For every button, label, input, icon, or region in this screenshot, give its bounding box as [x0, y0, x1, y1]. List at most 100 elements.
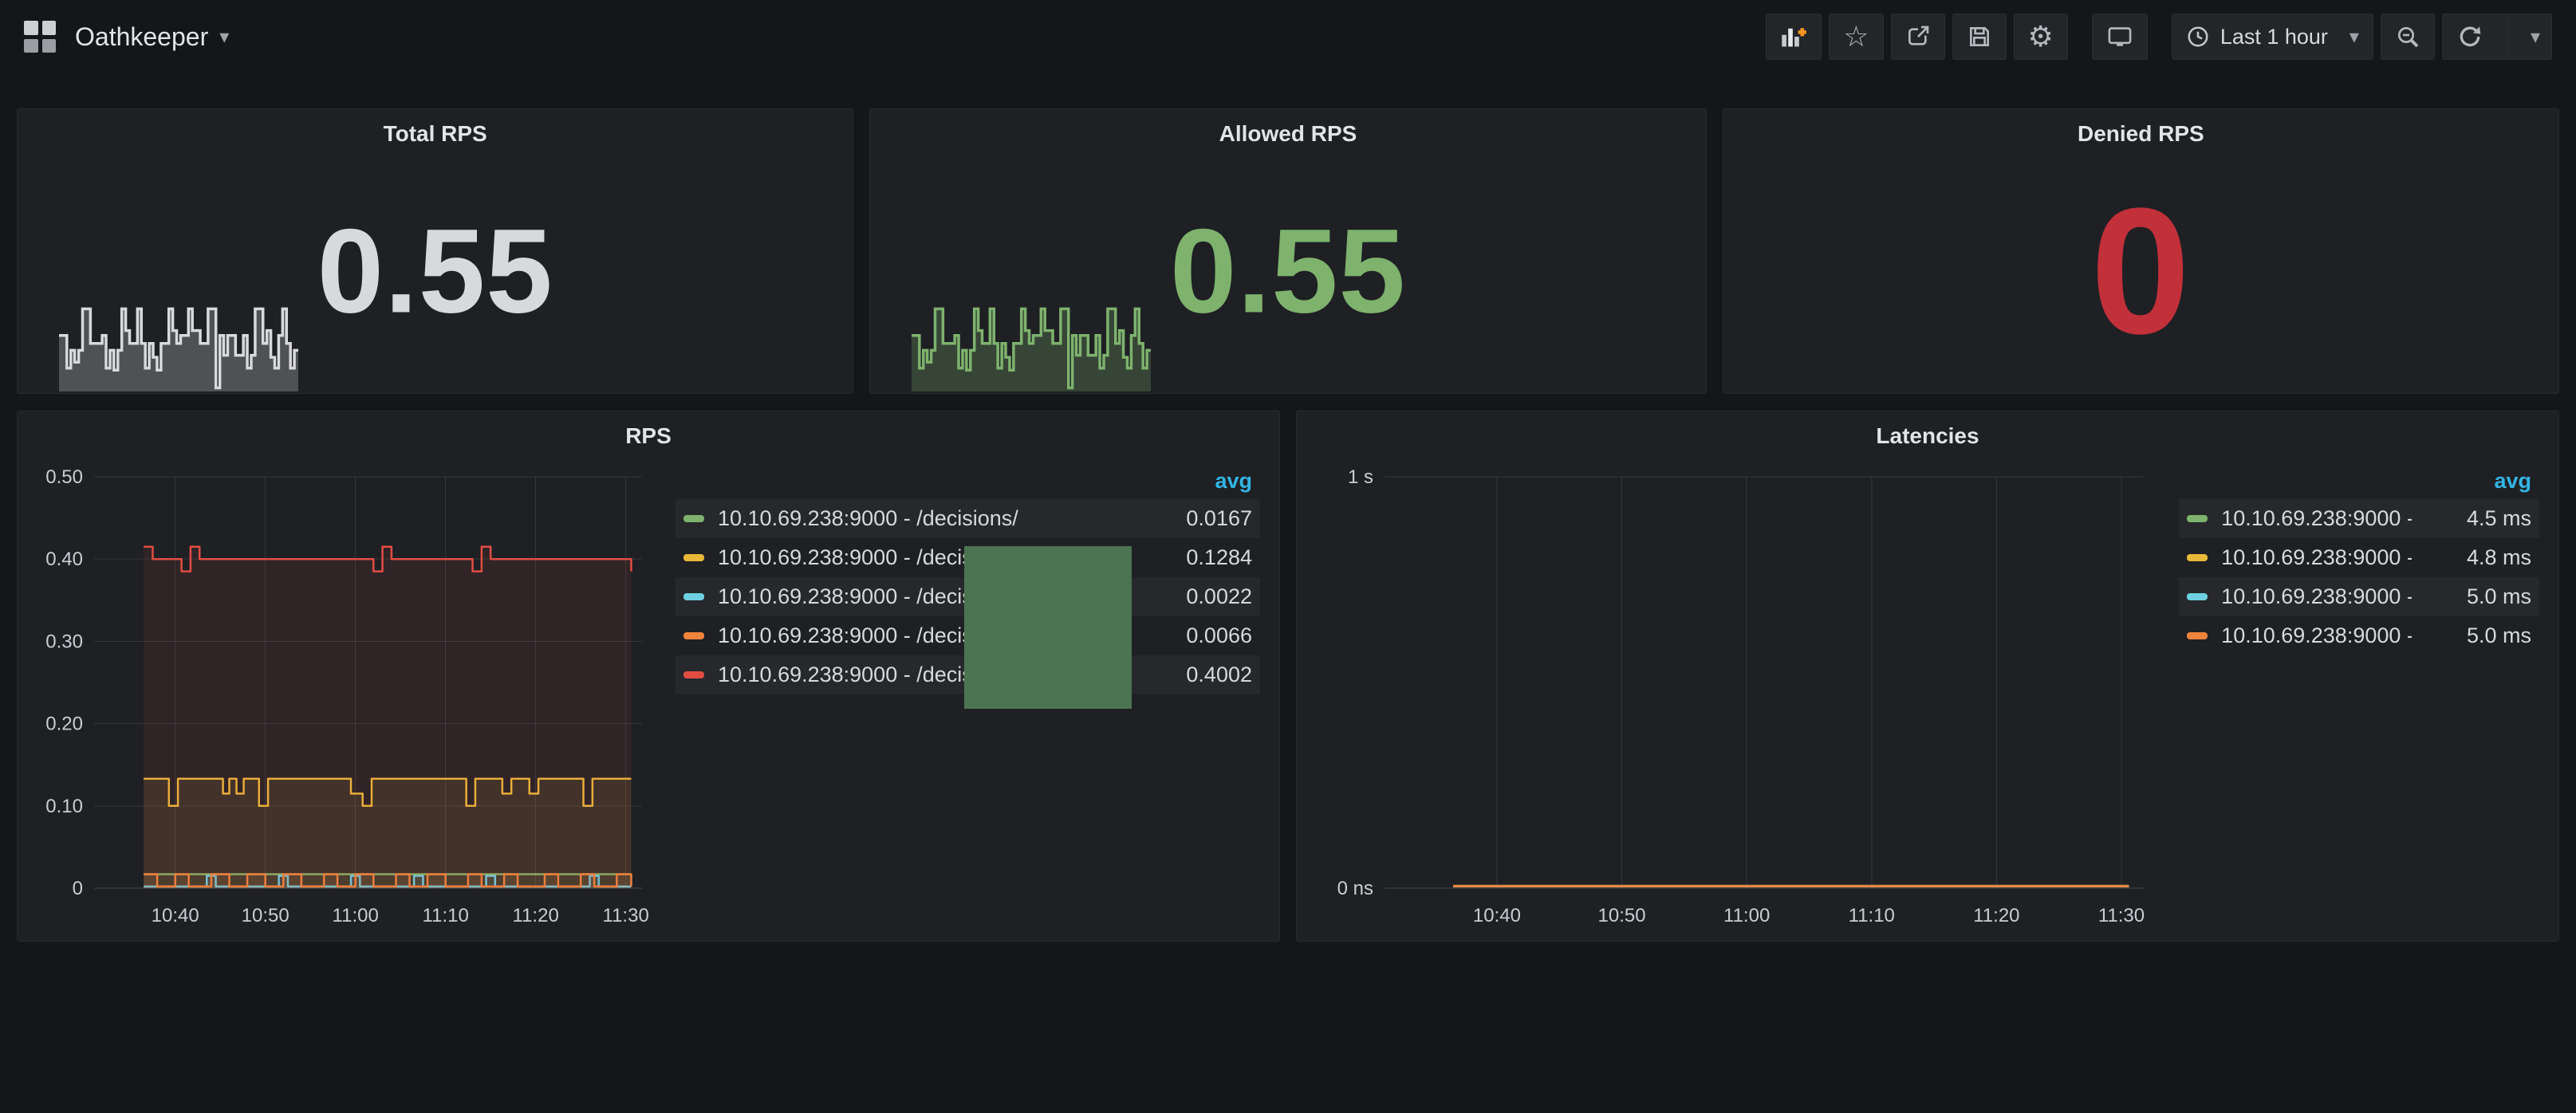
- svg-text:0.50: 0.50: [45, 466, 83, 488]
- series-name: 10.10.69.238:9000 - p100: [2221, 623, 2412, 648]
- legend-row[interactable]: 10.10.69.238:9000 - /decisions/0.0167: [676, 499, 1260, 538]
- svg-text:0.20: 0.20: [45, 714, 83, 735]
- time-controls-group: Last 1 hour ▾: [2172, 14, 2552, 60]
- rps-legend: avg 10.10.69.238:9000 - /decisions/0.0167…: [648, 456, 1271, 934]
- series-avg-value: 0.1284: [1132, 545, 1252, 570]
- series-color-swatch-icon: [683, 554, 704, 561]
- svg-text:11:20: 11:20: [513, 905, 559, 926]
- zoom-out-button[interactable]: [2381, 14, 2435, 60]
- settings-button[interactable]: ⚙: [2014, 14, 2068, 60]
- series-color-swatch-icon: [683, 671, 704, 678]
- svg-text:11:10: 11:10: [1849, 905, 1895, 926]
- legend-header: avg: [676, 462, 1260, 499]
- series-avg-value: 4.8 ms: [2412, 545, 2531, 570]
- monitor-icon: [2106, 24, 2133, 49]
- stat-value-total-rps: 0.55: [18, 202, 853, 340]
- svg-text:10:40: 10:40: [1473, 905, 1521, 926]
- series-color-swatch-icon: [2187, 554, 2208, 561]
- bar-chart-plus-icon: [1780, 25, 1807, 49]
- svg-text:10:50: 10:50: [242, 905, 290, 926]
- legend-rows: 10.10.69.238:9000 - p904.5 ms10.10.69.23…: [2179, 499, 2539, 655]
- series-avg-value: 5.0 ms: [2412, 623, 2531, 648]
- view-mode-group: [2092, 14, 2148, 60]
- series-avg-value: 0.4002: [1132, 663, 1252, 687]
- legend-row[interactable]: 10.10.69.238:9000 - p995.0 ms: [2179, 577, 2539, 616]
- magnifier-minus-icon: [2395, 24, 2420, 49]
- svg-text:11:10: 11:10: [423, 905, 469, 926]
- navbar: Oathkeeper ▾ ☆: [0, 0, 2576, 73]
- grafana-dashboards-icon[interactable]: [24, 21, 56, 53]
- refresh-button[interactable]: [2443, 14, 2497, 59]
- series-name: 10.10.69.238:9000 - p95: [2221, 545, 2412, 570]
- panel-title[interactable]: Denied RPS: [1723, 109, 2558, 154]
- refresh-split-button: ▾: [2442, 14, 2552, 60]
- series-avg-value: 0.0066: [1132, 623, 1252, 648]
- dashboard-actions-group: ☆: [1766, 14, 2068, 60]
- legend-avg-column-header[interactable]: avg: [1215, 469, 1252, 494]
- panel-title[interactable]: RPS: [18, 411, 1279, 456]
- svg-text:10:50: 10:50: [1598, 905, 1646, 926]
- svg-text:11:30: 11:30: [2098, 905, 2145, 926]
- rps-chart-canvas[interactable]: 10:4010:5011:0011:1011:2011:300.500.400.…: [26, 456, 648, 934]
- svg-text:0.30: 0.30: [45, 631, 83, 652]
- series-color-swatch-icon: [683, 593, 704, 600]
- dashboard-title[interactable]: Oathkeeper: [75, 22, 208, 52]
- legend-row[interactable]: 10.10.69.238:9000 - p904.5 ms: [2179, 499, 2539, 538]
- series-avg-value: 0.0167: [1132, 506, 1252, 531]
- svg-text:10:40: 10:40: [152, 905, 199, 926]
- star-icon: ☆: [1843, 22, 1869, 51]
- add-panel-button[interactable]: [1766, 14, 1822, 60]
- series-avg-value: 5.0 ms: [2412, 584, 2531, 609]
- series-name: 10.10.69.238:9000 - p99: [2221, 584, 2412, 609]
- panel-title[interactable]: Latencies: [1297, 411, 2558, 456]
- share-arrow-icon: [1905, 24, 1931, 49]
- legend-row[interactable]: 10.10.69.238:9000 - p1005.0 ms: [2179, 616, 2539, 655]
- floppy-disk-icon: [1967, 24, 1992, 49]
- save-button[interactable]: [1952, 14, 2007, 60]
- cycle-view-button[interactable]: [2092, 14, 2148, 60]
- time-range-caret-icon: ▾: [2350, 26, 2359, 49]
- navbar-toolbar: ☆: [1766, 14, 2552, 60]
- svg-text:0: 0: [73, 878, 83, 899]
- series-name: 10.10.69.238:9000 - /decisions/: [718, 506, 1132, 531]
- series-color-swatch-icon: [2187, 632, 2208, 639]
- series-name: 10.10.69.238:9000 - p90: [2221, 506, 2412, 531]
- panel-rps: RPS 10:40 10:50 11:00 11:10 11:20 11:30 0.50 0.…: [17, 411, 1280, 942]
- legend-row[interactable]: 10.10.69.238:9000 - p954.8 ms: [2179, 538, 2539, 577]
- series-color-swatch-icon: [2187, 593, 2208, 600]
- share-button[interactable]: [1891, 14, 1945, 60]
- legend-avg-column-header[interactable]: avg: [2494, 469, 2531, 494]
- refresh-interval-dropdown[interactable]: ▾: [2507, 14, 2551, 59]
- panel-latencies: Latencies 10:40 10:50 11:00 11:10 11:20 11:30…: [1296, 411, 2559, 942]
- svg-text:0 ns: 0 ns: [1337, 878, 1373, 899]
- navbar-left: Oathkeeper ▾: [24, 21, 229, 53]
- latencies-graph-body: 10:40 10:50 11:00 11:10 11:20 11:30 1 s 0 ns av…: [1305, 456, 2550, 934]
- series-avg-value: 0.0022: [1132, 584, 1252, 609]
- green-overlay-artifact: [964, 546, 1132, 709]
- time-range-label: Last 1 hour: [2220, 25, 2328, 49]
- dashboard-dropdown-caret-icon[interactable]: ▾: [219, 26, 229, 49]
- star-button[interactable]: ☆: [1829, 14, 1883, 60]
- dashboard-grid: Total RPS 0.55 Allowed RPS 0.55 Denied R…: [0, 73, 2576, 942]
- time-range-button[interactable]: Last 1 hour ▾: [2172, 14, 2373, 60]
- panel-title[interactable]: Allowed RPS: [870, 109, 1705, 154]
- svg-text:11:20: 11:20: [1973, 905, 2019, 926]
- svg-text:1 s: 1 s: [1348, 466, 1373, 488]
- svg-text:11:00: 11:00: [333, 905, 379, 926]
- gear-icon: ⚙: [2028, 22, 2054, 51]
- refresh-icon: [2457, 24, 2483, 49]
- latencies-chart-canvas[interactable]: 10:40 10:50 11:00 11:10 11:20 11:30 1 s 0 ns: [1305, 456, 2152, 934]
- svg-text:11:30: 11:30: [603, 905, 648, 926]
- series-color-swatch-icon: [683, 515, 704, 522]
- panel-denied-rps: Denied RPS 0: [1723, 108, 2559, 394]
- panel-total-rps: Total RPS 0.55: [17, 108, 853, 394]
- stats-row: Total RPS 0.55 Allowed RPS 0.55 Denied R…: [17, 108, 2559, 394]
- series-color-swatch-icon: [683, 632, 704, 639]
- refresh-caret-icon: ▾: [2531, 26, 2540, 49]
- panel-title[interactable]: Total RPS: [18, 109, 853, 154]
- series-color-swatch-icon: [2187, 515, 2208, 522]
- series-avg-value: 4.5 ms: [2412, 506, 2531, 531]
- legend-header: avg: [2179, 462, 2539, 499]
- svg-text:11:00: 11:00: [1723, 905, 1770, 926]
- graphs-row: RPS 10:40 10:50 11:00 11:10 11:20 11:30 0.50 0.…: [17, 411, 2559, 942]
